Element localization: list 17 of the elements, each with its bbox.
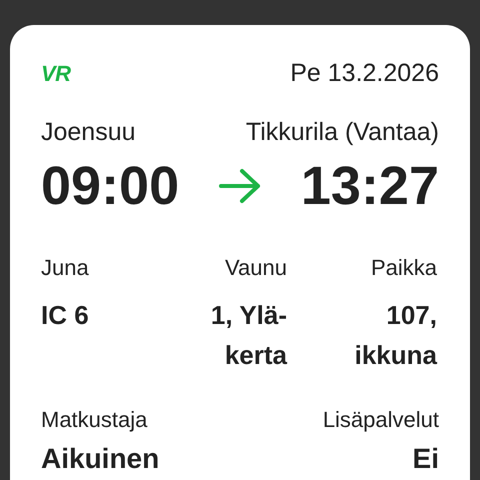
arrow-icon <box>218 168 262 204</box>
field-label: Vaunu <box>225 257 287 279</box>
travel-date: Pe 13.2.2026 <box>290 61 439 86</box>
field-label: Juna <box>41 257 89 279</box>
field-value: 1, Ylä-kerta <box>210 299 287 372</box>
field-value: IC 6 <box>41 299 89 332</box>
field-label: Matkustaja <box>41 409 148 431</box>
field-value: Aikuinen <box>41 445 160 473</box>
arrival-time: 13:27 <box>300 159 439 213</box>
field-label: Lisäpalvelut <box>322 409 439 431</box>
logo: VR <box>41 62 70 84</box>
field-label: Paikka <box>370 257 437 279</box>
arrival-station: Tikkurila (Vantaa) <box>246 120 439 145</box>
field-value: Ei <box>412 445 439 473</box>
departure-station: Joensuu <box>41 120 136 145</box>
departure-time: 09:00 <box>41 159 180 213</box>
field-value: 107, ikkuna <box>354 299 437 372</box>
